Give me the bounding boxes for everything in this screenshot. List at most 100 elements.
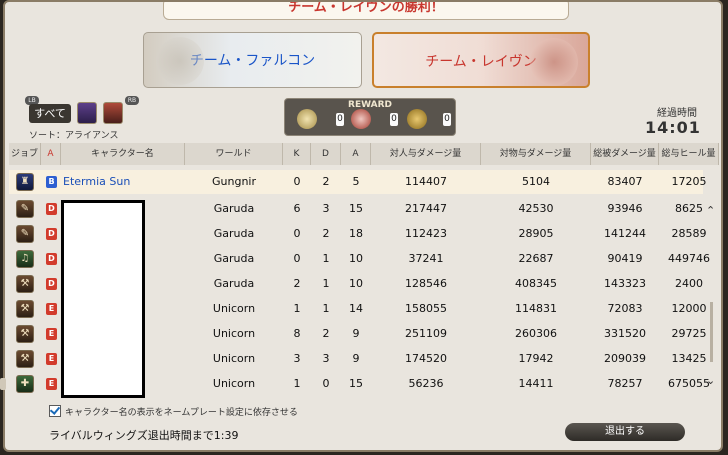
job-icon: ⚒	[16, 325, 34, 343]
header-job[interactable]: ジョブ	[9, 143, 41, 165]
header-deaths[interactable]: D	[311, 143, 341, 165]
header-kills[interactable]: K	[283, 143, 311, 165]
reward-medal-icon	[407, 109, 427, 129]
scroll-up-icon[interactable]: ⌃	[706, 204, 715, 217]
cell-a: 14	[349, 302, 363, 315]
cell-obj: 42530	[518, 202, 554, 215]
nameplate-setting-checkbox[interactable]: キャラクター名の表示をネームプレート設定に依存させる	[49, 405, 298, 418]
cell-taken: 83407	[607, 175, 643, 188]
cell-obj: 260306	[515, 327, 557, 340]
cell-world: Garuda	[213, 277, 255, 290]
cell-a: 18	[349, 227, 363, 240]
header-damage-taken[interactable]: 総被ダメージ量	[591, 143, 659, 165]
reward-value-1: 0	[336, 113, 344, 126]
header-object-damage[interactable]: 対物与ダメージ量	[481, 143, 591, 165]
cell-a: 15	[349, 377, 363, 390]
job-icon: ✎	[16, 225, 34, 243]
cell-obj: 17942	[518, 352, 554, 365]
job-icon: ✎	[16, 200, 34, 218]
job-icon: ✚	[16, 375, 34, 393]
cell-k: 2	[293, 277, 301, 290]
cell-heal: 2400	[675, 277, 703, 290]
alliance-badge: E	[46, 353, 57, 365]
cell-d: 1	[322, 302, 330, 315]
alliance-badge: E	[46, 328, 57, 340]
elapsed-label: 経過時間	[657, 108, 697, 119]
cell-a: 9	[352, 327, 360, 340]
cell-heal: 17205	[671, 175, 707, 188]
reward-red-gear-icon	[351, 109, 371, 129]
cell-obj: 22687	[518, 252, 554, 265]
cell-taken: 78257	[607, 377, 643, 390]
filter-job-icon-1[interactable]	[77, 102, 97, 124]
cell-obj: 5104	[522, 175, 550, 188]
reward-gold-gear-icon	[297, 109, 317, 129]
falcon-emblem-icon	[156, 37, 204, 85]
cell-k: 1	[293, 302, 301, 315]
elapsed-time: 14:01	[645, 118, 701, 137]
cell-taken: 90419	[607, 252, 643, 265]
cell-world: Garuda	[213, 252, 255, 265]
cell-d: 3	[322, 202, 330, 215]
cell-d: 1	[322, 277, 330, 290]
character-name: Etermia Sun	[63, 175, 131, 188]
alliance-badge: B	[46, 176, 57, 188]
cell-d: 0	[322, 377, 330, 390]
cell-a: 10	[349, 277, 363, 290]
reward-title: REWARD	[348, 100, 392, 110]
header-alliance[interactable]: A	[41, 143, 61, 165]
alliance-badge: E	[46, 378, 57, 390]
cell-a: 9	[352, 352, 360, 365]
cell-heal: 28589	[671, 227, 707, 240]
alliance-badge: D	[46, 203, 57, 215]
header-assists[interactable]: A	[341, 143, 371, 165]
cell-pvp: 174520	[405, 352, 447, 365]
cell-pvp: 56236	[408, 377, 444, 390]
cell-k: 3	[293, 352, 301, 365]
cell-d: 2	[322, 175, 330, 188]
side-handle	[0, 378, 6, 390]
job-icon: ⚒	[16, 300, 34, 318]
cell-obj: 28905	[518, 227, 554, 240]
table-row[interactable]: ♜ B Etermia Sun Gungnir 0 2 5 114407 5104 83407 17…	[9, 170, 707, 194]
header-world[interactable]: ワールド	[185, 143, 283, 165]
reward-panel: REWARD 0 0 0	[284, 98, 456, 136]
tab-team-falcon[interactable]: チーム・ファルコン	[143, 32, 362, 88]
tab-team-raven[interactable]: チーム・レイヴン	[372, 32, 590, 88]
cell-obj: 14411	[518, 377, 554, 390]
cell-pvp: 128546	[405, 277, 447, 290]
exit-button[interactable]: 退出する	[565, 423, 685, 441]
filter-job-icon-2[interactable]	[103, 102, 123, 124]
rb-button-hint: RB	[125, 96, 139, 105]
scrollbar[interactable]	[710, 302, 713, 362]
cell-d: 1	[322, 252, 330, 265]
cell-k: 1	[293, 377, 301, 390]
alliance-badge: D	[46, 278, 57, 290]
filter-all-button[interactable]: すべて	[29, 104, 71, 123]
checkbox-label: キャラクター名の表示をネームプレート設定に依存させる	[65, 408, 298, 418]
checkbox-icon[interactable]	[49, 405, 61, 417]
team-falcon-label: チーム・ファルコン	[189, 53, 316, 69]
cell-taken: 141244	[604, 227, 646, 240]
cell-d: 2	[322, 227, 330, 240]
cell-world: Gungnir	[212, 175, 256, 188]
cell-a: 5	[352, 175, 360, 188]
alliance-badge: D	[46, 253, 57, 265]
header-pvp-damage[interactable]: 対人与ダメージ量	[371, 143, 481, 165]
team-raven-label: チーム・レイヴン	[425, 54, 537, 70]
cell-taken: 72083	[607, 302, 643, 315]
header-healing[interactable]: 総与ヒール量	[659, 143, 719, 165]
alliance-badge: E	[46, 303, 57, 315]
cell-heal: 449746	[668, 252, 710, 265]
scroll-down-icon[interactable]: ⌄	[706, 374, 715, 387]
sort-label: ソート：アライアンス	[29, 131, 119, 141]
cell-pvp: 217447	[405, 202, 447, 215]
header-character-name[interactable]: キャラクター名	[61, 143, 185, 165]
job-icon: ♜	[16, 173, 34, 191]
cell-world: Unicorn	[212, 327, 256, 340]
job-icon: ♫	[16, 250, 34, 268]
cell-k: 8	[293, 327, 301, 340]
cell-pvp: 114407	[405, 175, 447, 188]
victory-banner: チーム・レイヴンの勝利！	[163, 2, 569, 20]
cell-d: 2	[322, 327, 330, 340]
